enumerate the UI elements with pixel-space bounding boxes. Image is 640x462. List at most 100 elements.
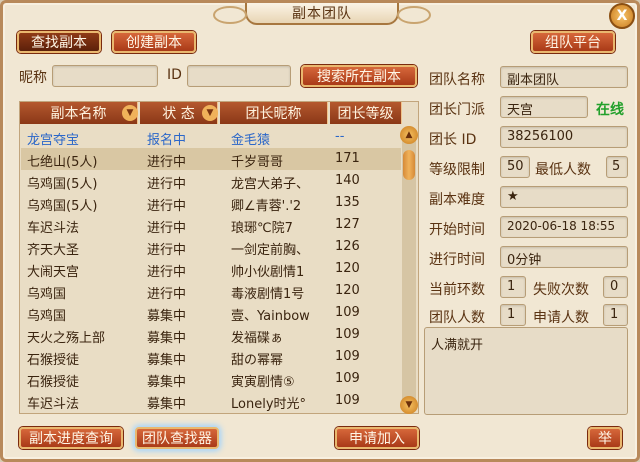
elapsed-time-label: 进行时间: [429, 252, 485, 268]
row-leader-level: 109: [335, 371, 360, 386]
row-status: 进行中: [147, 155, 187, 170]
scroll-down-icon[interactable]: ▼: [400, 396, 418, 414]
row-status: 进行中: [147, 265, 187, 280]
row-leader-level: 109: [335, 327, 360, 342]
table-row[interactable]: 乌鸡国(5人) 进行中 卿∠青蓉'.'2 135: [21, 192, 401, 214]
team-members-value: 1: [500, 304, 526, 326]
row-leader-nickname: 一剑定前胸、: [231, 243, 310, 258]
row-status: 募集中: [147, 397, 187, 412]
table-row[interactable]: 齐天大圣 进行中 一剑定前胸、 126: [21, 236, 401, 258]
row-leader-level: 126: [335, 239, 360, 254]
row-status: 进行中: [147, 287, 187, 302]
row-leader-nickname: 卿∠青蓉'.'2: [231, 199, 302, 214]
row-status: 进行中: [147, 177, 187, 192]
tab-find-dungeon[interactable]: 查找副本: [17, 31, 101, 53]
team-finder-button[interactable]: 团队查找器: [135, 427, 219, 449]
min-people-value: 5: [606, 156, 628, 178]
row-leader-level: 135: [335, 195, 360, 210]
close-icon[interactable]: X: [609, 3, 635, 29]
row-leader-level: 109: [335, 349, 360, 364]
id-label: ID: [167, 67, 182, 83]
row-dungeon-name: 乌鸡国(5人): [27, 199, 98, 214]
table-row[interactable]: 石猴授徒 募集中 寅寅剧情⑤ 109: [21, 368, 401, 390]
apply-join-button[interactable]: 申请加入: [335, 427, 419, 449]
row-leader-level: --: [335, 129, 345, 144]
current-round-label: 当前环数: [429, 282, 485, 298]
row-leader-nickname: 龙宫大弟子、: [231, 177, 310, 192]
id-input[interactable]: [187, 65, 291, 87]
row-leader-level: 171: [335, 151, 360, 166]
row-leader-nickname: 寅寅剧情⑤: [231, 375, 295, 390]
online-status: 在线: [596, 102, 624, 118]
dungeon-table: 副本名称 ▼ 状 态 ▼ 团长昵称 团长等级 龙宫夺宝 报名中 金毛猿 -- 七绝山(5…: [19, 101, 419, 414]
row-dungeon-name: 乌鸡国: [27, 287, 67, 302]
table-row[interactable]: 车迟斗法 进行中 琅琊℃院7 127: [21, 214, 401, 236]
row-dungeon-name: 天火之殇上部: [27, 331, 106, 346]
row-dungeon-name: 车迟斗法: [27, 221, 80, 236]
tab-create-dungeon[interactable]: 创建副本: [112, 31, 196, 53]
row-status: 募集中: [147, 353, 187, 368]
row-dungeon-name: 大闹天宫: [27, 265, 80, 280]
row-leader-level: 109: [335, 393, 360, 408]
level-limit-value: 50: [500, 156, 530, 178]
table-row[interactable]: 大闹天宫 进行中 帅小伙剧情1 120: [21, 258, 401, 280]
header-dungeon-name[interactable]: 副本名称: [20, 102, 138, 124]
leader-sect-value: 天宫: [500, 96, 588, 118]
table-row[interactable]: 车迟斗法 募集中 Lonely时光° 109: [21, 390, 401, 412]
row-dungeon-name: 石猴授徒: [27, 375, 80, 390]
scroll-thumb[interactable]: [403, 150, 415, 180]
row-leader-nickname: 甜の幂幂: [231, 353, 284, 368]
chevron-down-icon[interactable]: ▼: [202, 105, 218, 121]
scroll-up-icon[interactable]: ▲: [400, 126, 418, 144]
row-leader-level: 127: [335, 217, 360, 232]
table-row[interactable]: 龙宫夺宝 报名中 金毛猿 --: [21, 126, 401, 148]
nickname-input[interactable]: [52, 65, 158, 87]
header-leader-nickname: 团长昵称: [220, 102, 328, 124]
row-dungeon-name: 齐天大圣: [27, 243, 80, 258]
difficulty-star-icon: ★: [500, 186, 628, 208]
row-leader-level: 120: [335, 261, 360, 276]
row-dungeon-name: 车迟斗法: [27, 397, 80, 412]
fail-count-label: 失败次数: [533, 282, 589, 298]
header-label: 团长昵称: [245, 106, 302, 122]
table-row[interactable]: 石猴授徒 募集中 甜の幂幂 109: [21, 346, 401, 368]
table-row[interactable]: 乌鸡国(5人) 进行中 龙宫大弟子、 140: [21, 170, 401, 192]
row-dungeon-name: 乌鸡国: [27, 309, 67, 324]
start-time-value: 2020-06-18 18:55: [500, 216, 628, 238]
nickname-label: 昵称: [19, 70, 47, 86]
row-leader-level: 140: [335, 173, 360, 188]
team-members-label: 团队人数: [429, 310, 485, 326]
apply-count-value: 1: [603, 304, 628, 326]
team-name-label: 团队名称: [429, 72, 485, 88]
header-label: 团长等级: [337, 106, 394, 122]
row-leader-level: 120: [335, 283, 360, 298]
team-name-value: 副本团队: [500, 66, 628, 88]
min-people-label: 最低人数: [535, 162, 591, 178]
table-scrollbar[interactable]: ▲ ▼: [400, 126, 418, 414]
table-row[interactable]: 天火之殇上部 募集中 发福碟ぁ 109: [21, 324, 401, 346]
dungeon-progress-button[interactable]: 副本进度查询: [19, 427, 123, 449]
dungeon-team-window: 副本团队 X 查找副本 创建副本 组队平台 昵称 ID 搜索所在副本 副本名称 …: [0, 0, 640, 462]
header-label: 状 态: [162, 106, 195, 122]
table-row[interactable]: 乌鸡国 募集中 壹、Yainbow 109: [21, 302, 401, 324]
row-leader-nickname: Lonely时光°: [231, 397, 307, 412]
table-row[interactable]: 乌鸡国 进行中 毒液剧情1号 120: [21, 280, 401, 302]
header-leader-level: 团长等级: [330, 102, 402, 124]
row-status: 进行中: [147, 199, 187, 214]
row-leader-nickname: 帅小伙剧情1: [231, 265, 305, 280]
row-dungeon-name: 石猴授徒: [27, 353, 80, 368]
chevron-down-icon[interactable]: ▼: [122, 105, 138, 121]
row-leader-nickname: 壹、Yainbow: [231, 309, 310, 324]
search-dungeon-button[interactable]: 搜索所在副本: [301, 65, 417, 87]
row-leader-nickname: 千岁哥哥: [231, 155, 284, 170]
header-label: 副本名称: [50, 106, 107, 122]
table-row[interactable]: 七绝山(5人) 进行中 千岁哥哥 171: [21, 148, 401, 170]
row-status: 募集中: [147, 309, 187, 324]
elapsed-time-value: 0分钟: [500, 246, 628, 268]
row-leader-nickname: 金毛猿: [231, 133, 271, 148]
row-status: 报名中: [147, 133, 187, 148]
team-notice: 人满就开: [424, 327, 628, 415]
team-platform-button[interactable]: 组队平台: [531, 31, 615, 53]
report-button[interactable]: 举: [588, 427, 622, 449]
row-dungeon-name: 乌鸡国(5人): [27, 177, 98, 192]
